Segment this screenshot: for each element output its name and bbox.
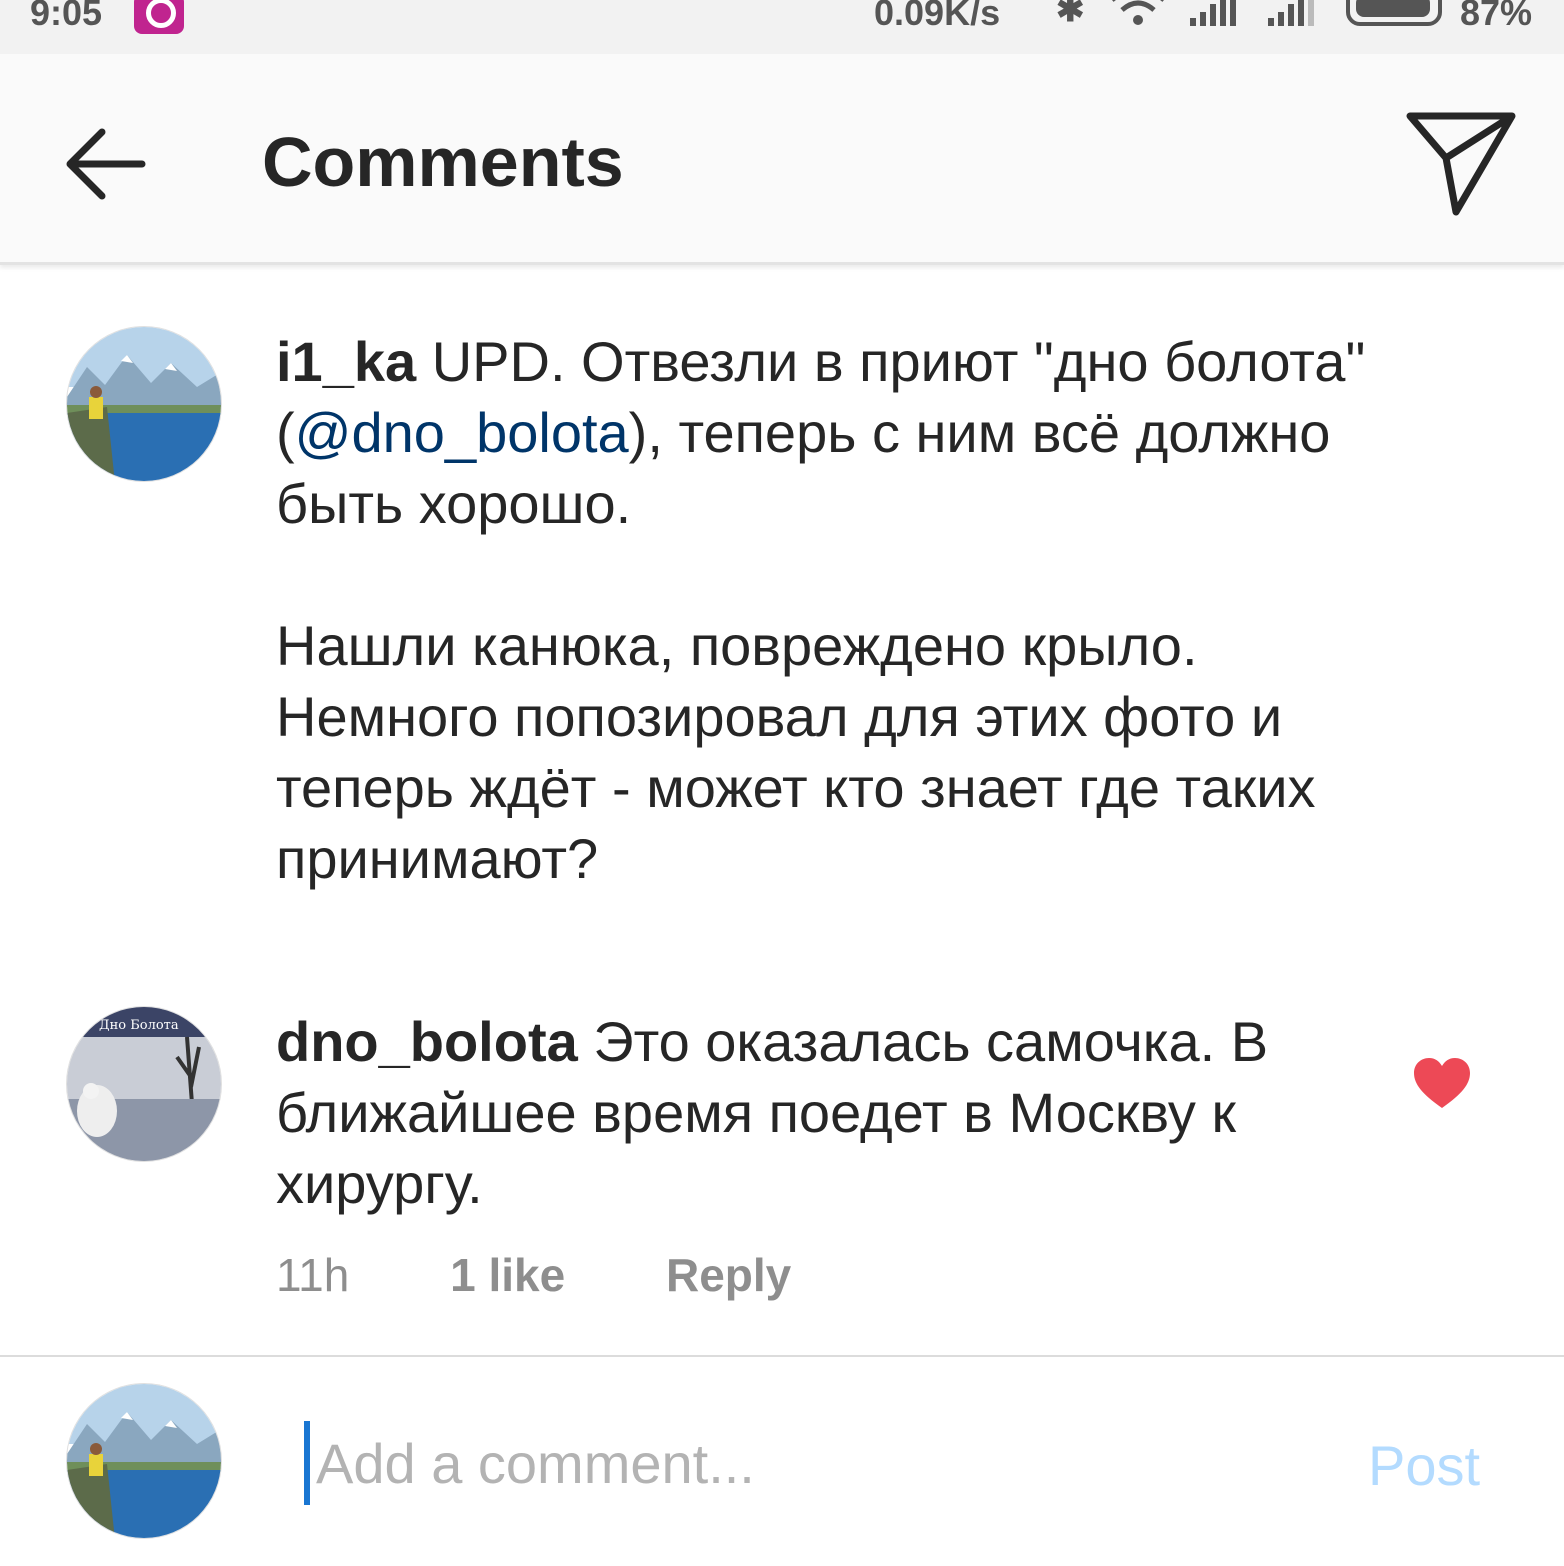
battery-icon — [1346, 0, 1442, 26]
comment-body: ), теперь с ним всё должно быть хорошо. … — [276, 401, 1331, 890]
comment-composer: Post — [0, 1355, 1564, 1566]
comment-username[interactable]: i1_ka — [276, 330, 416, 393]
comment-time: 11h — [276, 1249, 350, 1301]
comment-text: dno_bolota Это оказалась самочка. В ближ… — [276, 1006, 1356, 1219]
reply-button[interactable]: Reply — [666, 1249, 791, 1301]
back-button[interactable] — [62, 124, 148, 204]
avatar-mountain-lake-image — [67, 1384, 221, 1538]
network-speed: 0.09K/s — [874, 0, 1001, 33]
avatar-swamp-image: Дно Болота — [67, 1007, 221, 1161]
status-bar: 9:05 0.09K/s ✱ 87% — [0, 0, 1564, 54]
app-notification-icon — [134, 0, 184, 34]
comment-likes-count[interactable]: 1 like — [450, 1249, 565, 1301]
comment-text: i1_ka UPD. Отвезли в приют "дно болота" … — [276, 326, 1426, 894]
comment-meta: 11h 1 like Reply — [276, 1248, 879, 1302]
avatar[interactable] — [66, 326, 222, 482]
avatar — [66, 1383, 222, 1539]
post-button[interactable]: Post — [1368, 1433, 1480, 1498]
signal-icon — [1268, 0, 1314, 26]
heart-icon — [1414, 1058, 1470, 1108]
bluetooth-icon: ✱ — [1056, 0, 1085, 29]
paper-plane-icon — [1406, 112, 1516, 216]
comment-input[interactable] — [304, 1421, 1324, 1505]
share-button[interactable] — [1402, 108, 1520, 218]
comment-username[interactable]: dno_bolota — [276, 1010, 578, 1073]
signal-icon — [1190, 0, 1236, 26]
arrow-left-icon — [66, 128, 146, 200]
status-time: 9:05 — [30, 0, 103, 33]
page-title: Comments — [262, 123, 624, 201]
mention-link[interactable]: @dno_bolota — [295, 401, 629, 464]
top-bar: Comments — [0, 54, 1564, 265]
avatar-mountain-lake-image — [67, 327, 221, 481]
avatar[interactable]: Дно Болота — [66, 1006, 222, 1162]
wifi-icon — [1112, 0, 1164, 25]
battery-percent: 87% — [1460, 0, 1533, 33]
avatar-caption: Дно Болота — [99, 1018, 179, 1033]
like-button[interactable] — [1412, 1056, 1472, 1112]
